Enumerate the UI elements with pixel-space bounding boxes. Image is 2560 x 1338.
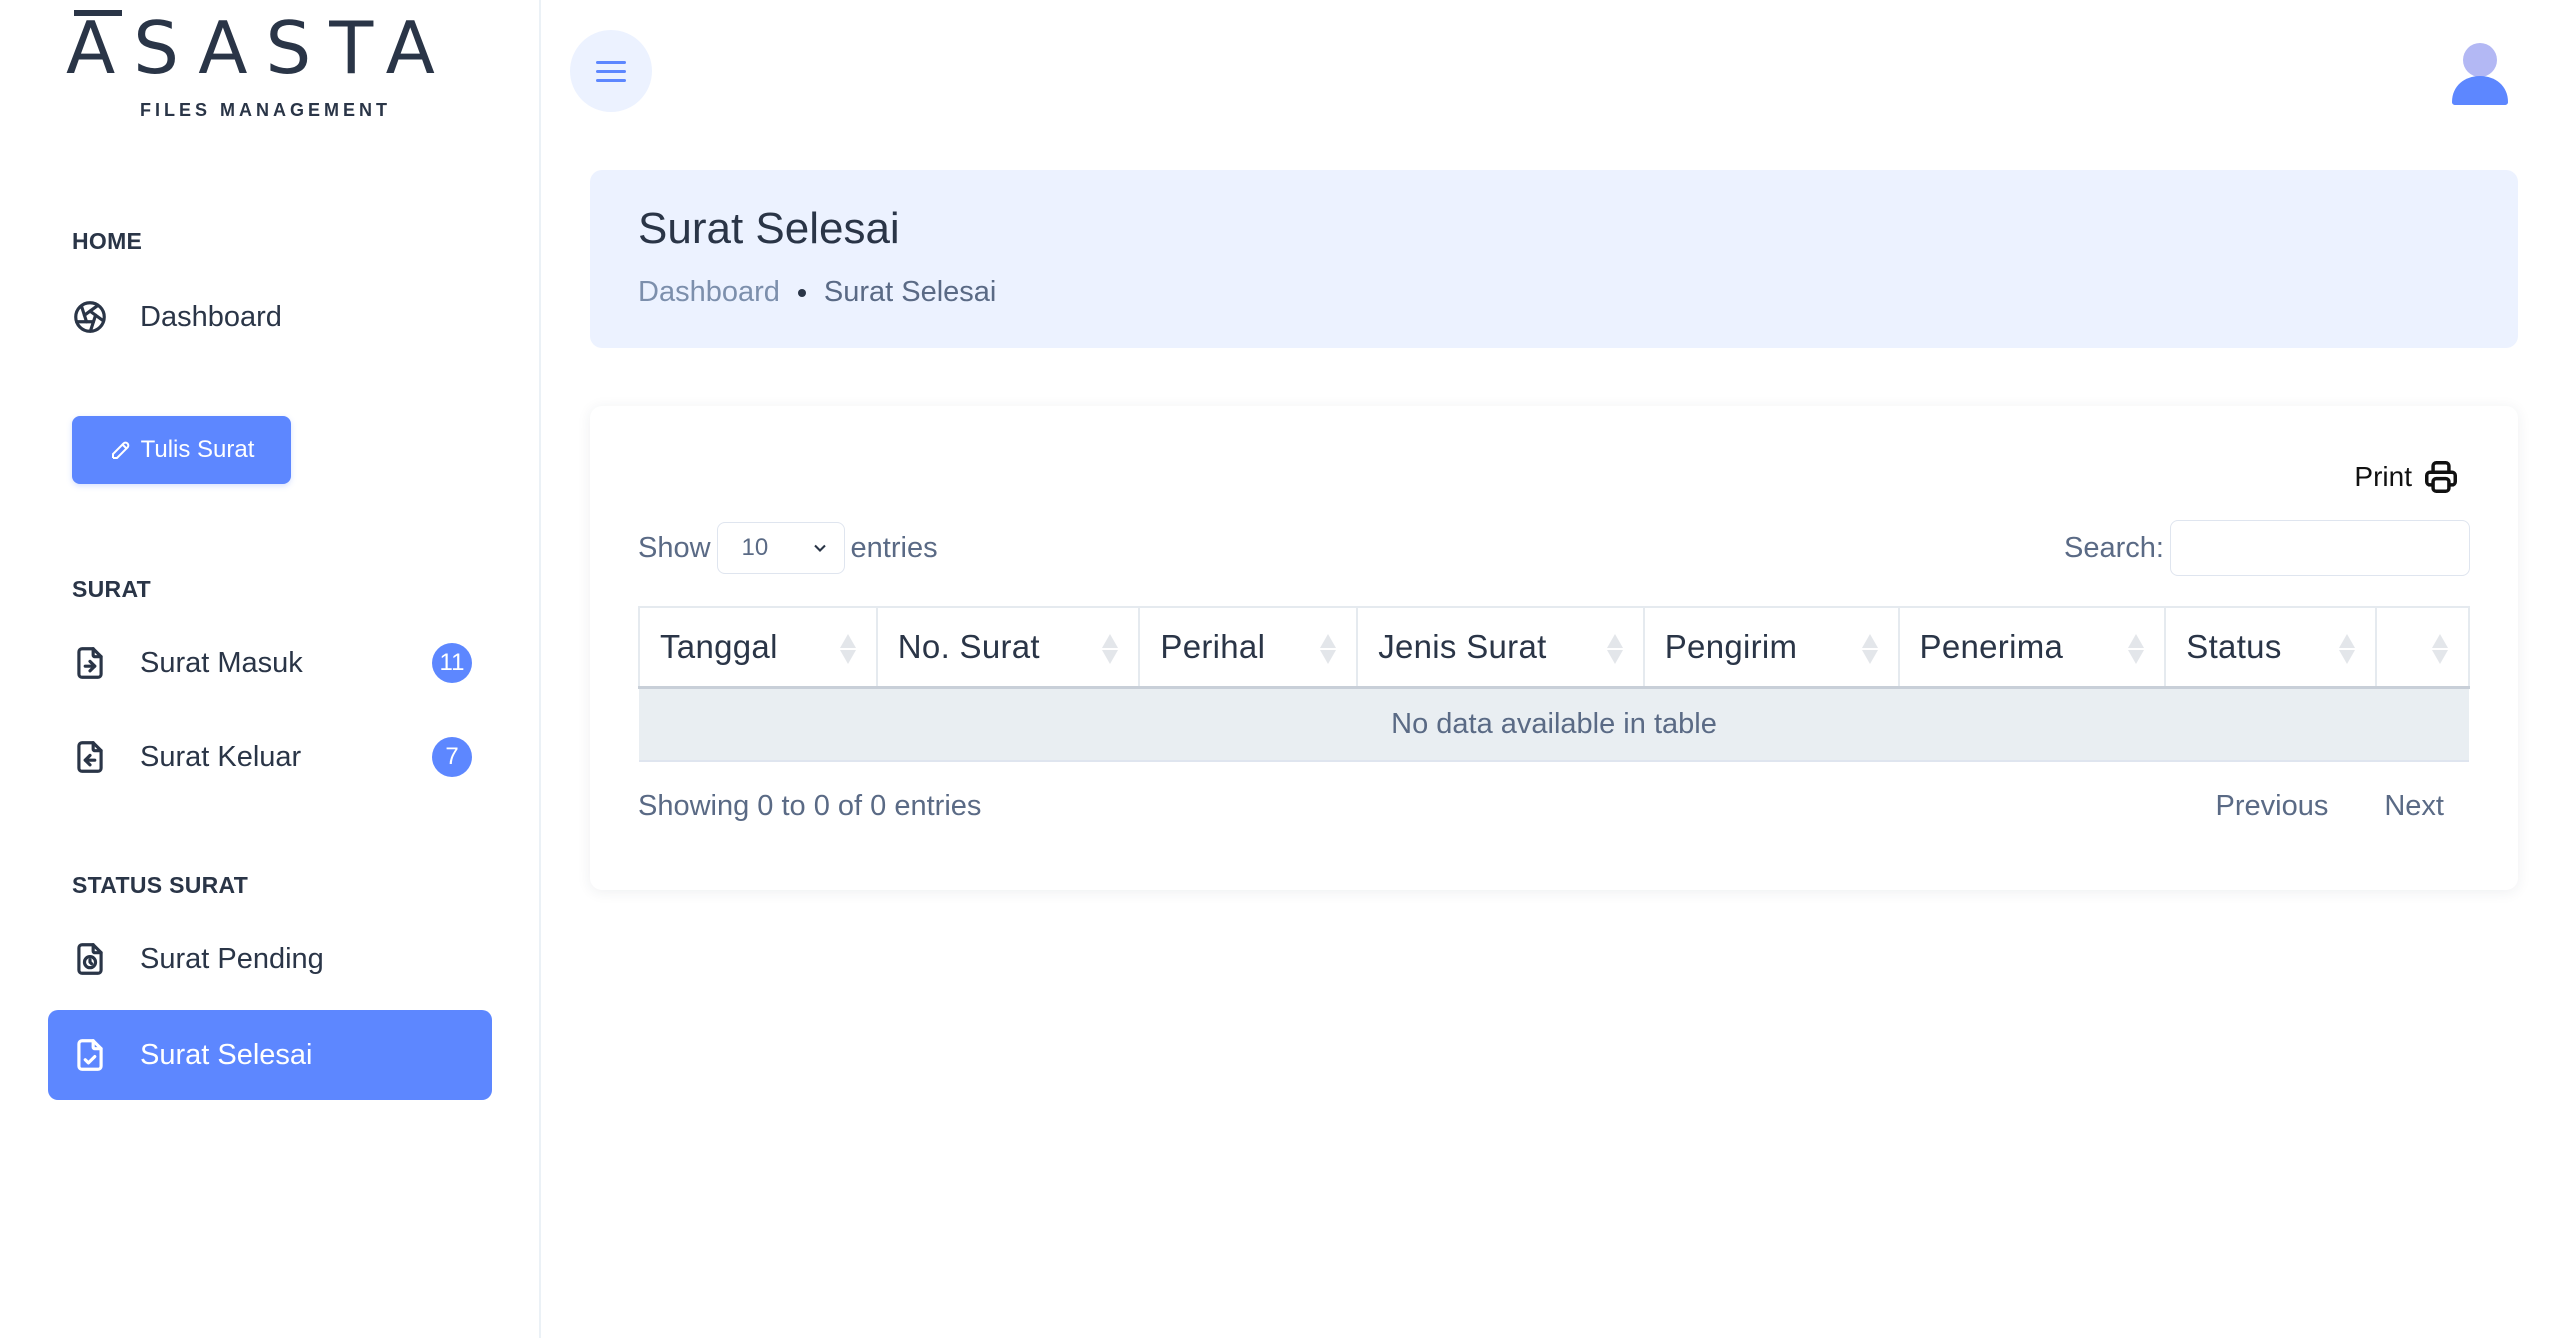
nav-caption-surat: SURAT: [72, 576, 152, 602]
sort-icon: [1606, 634, 1623, 664]
table-row: No data available in table: [639, 687, 2469, 762]
sidebar-item-surat-pending[interactable]: Surat Pending: [48, 914, 492, 1004]
page-size-value: 10: [741, 534, 769, 561]
sidebar-item-label: Surat Selesai: [140, 1038, 313, 1071]
column-header-label: Tanggal: [660, 627, 778, 665]
logo-macron: [74, 10, 122, 16]
sidebar-item-dashboard[interactable]: Dashboard: [48, 272, 492, 362]
sort-icon: [2432, 634, 2448, 664]
print-button[interactable]: Print: [2354, 458, 2460, 496]
write-letter-button[interactable]: Tulis Surat: [72, 416, 291, 484]
nav-caption-home: HOME: [72, 228, 143, 254]
page-header: Surat Selesai Dashboard Surat Selesai: [590, 170, 2518, 348]
inbox-count-badge: 11: [432, 643, 472, 683]
print-label: Print: [2354, 461, 2412, 492]
column-header-perihal[interactable]: Perihal: [1138, 606, 1359, 689]
sort-icon: [2339, 634, 2356, 664]
file-pending-icon: [70, 939, 110, 979]
next-page-button[interactable]: Next: [2384, 790, 2444, 823]
show-label: Show: [638, 531, 711, 564]
search-input[interactable]: [2170, 520, 2470, 576]
outbox-count-badge: 7: [432, 737, 472, 777]
previous-page-button[interactable]: Previous: [2216, 790, 2329, 823]
table-header-row: Tanggal No. Surat Perihal Jenis Surat Pe…: [638, 606, 2470, 689]
page-size-control: Show 10 entries: [638, 522, 938, 574]
column-header-label: No. Surat: [897, 627, 1040, 665]
chevron-down-icon: [813, 544, 826, 552]
column-header-action[interactable]: [2375, 606, 2470, 689]
column-header-jenis-surat[interactable]: Jenis Surat: [1356, 606, 1645, 689]
brand-tagline: FILES MANAGEMENT: [140, 100, 391, 120]
sort-icon: [1320, 634, 1337, 664]
brand-logo[interactable]: ASASTA FILES MANAGEMENT: [66, 10, 466, 121]
brand-name: ASASTA: [66, 10, 466, 84]
sidebar-item-surat-selesai[interactable]: Surat Selesai: [48, 1010, 492, 1100]
pencil-icon: [111, 441, 129, 459]
entries-label: entries: [850, 531, 938, 564]
file-check-icon: [70, 1035, 110, 1075]
column-header-label: Jenis Surat: [1378, 627, 1547, 665]
sidebar-item-surat-keluar[interactable]: Surat Keluar 7: [48, 712, 492, 802]
table-card: Print Show 10 entries Search: Tanggal No…: [590, 406, 2518, 890]
column-header-tanggal[interactable]: Tanggal: [638, 606, 878, 689]
menu-icon: [596, 58, 626, 85]
sort-icon: [1102, 634, 1119, 664]
breadcrumb-current: Surat Selesai: [823, 276, 997, 308]
table-info: Showing 0 to 0 of 0 entries: [638, 790, 982, 822]
table-search: Search:: [2064, 520, 2470, 576]
column-header-pengirim[interactable]: Pengirim: [1642, 606, 1900, 689]
sidebar-item-label: Surat Keluar: [140, 740, 302, 773]
column-header-label: Pengirim: [1664, 627, 1798, 665]
column-header-label: Perihal: [1160, 627, 1266, 665]
sidebar-item-label: Surat Masuk: [140, 646, 303, 679]
column-header-no-surat[interactable]: No. Surat: [875, 606, 1141, 689]
breadcrumb: Dashboard Surat Selesai: [638, 276, 2470, 309]
sidebar-item-label: Dashboard: [140, 300, 282, 333]
column-header-penerima[interactable]: Penerima: [1897, 606, 2167, 689]
write-letter-label: Tulis Surat: [140, 436, 255, 463]
sidebar-item-surat-masuk[interactable]: Surat Masuk 11: [48, 618, 492, 708]
aperture-icon: [70, 297, 110, 337]
sidebar-item-label: Surat Pending: [140, 942, 324, 975]
page-title: Surat Selesai: [638, 204, 900, 253]
page-size-select[interactable]: 10: [716, 522, 845, 574]
pagination: Previous Next: [2160, 790, 2444, 823]
file-export-icon: [70, 737, 110, 777]
breadcrumb-dashboard[interactable]: Dashboard: [638, 276, 780, 309]
file-import-icon: [70, 643, 110, 683]
user-avatar-icon[interactable]: [2448, 40, 2512, 106]
column-header-label: Status: [2186, 627, 2282, 665]
empty-table-message: No data available in table: [639, 687, 2469, 762]
menu-toggle-button[interactable]: [570, 30, 652, 112]
sort-icon: [2128, 634, 2145, 664]
column-header-status[interactable]: Status: [2164, 606, 2378, 689]
data-table: Tanggal No. Surat Perihal Jenis Surat Pe…: [638, 606, 2470, 762]
brand-name-text: ASASTA: [66, 6, 453, 90]
sort-icon: [1861, 634, 1878, 664]
search-label: Search:: [2064, 531, 2164, 564]
nav-caption-status: STATUS SURAT: [72, 872, 249, 898]
column-header-label: Penerima: [1919, 627, 2064, 665]
sidebar: ASASTA FILES MANAGEMENT HOME Dashboard T…: [0, 0, 541, 1338]
printer-icon: [2425, 461, 2457, 493]
sort-icon: [839, 634, 856, 664]
breadcrumb-separator: [797, 288, 806, 297]
